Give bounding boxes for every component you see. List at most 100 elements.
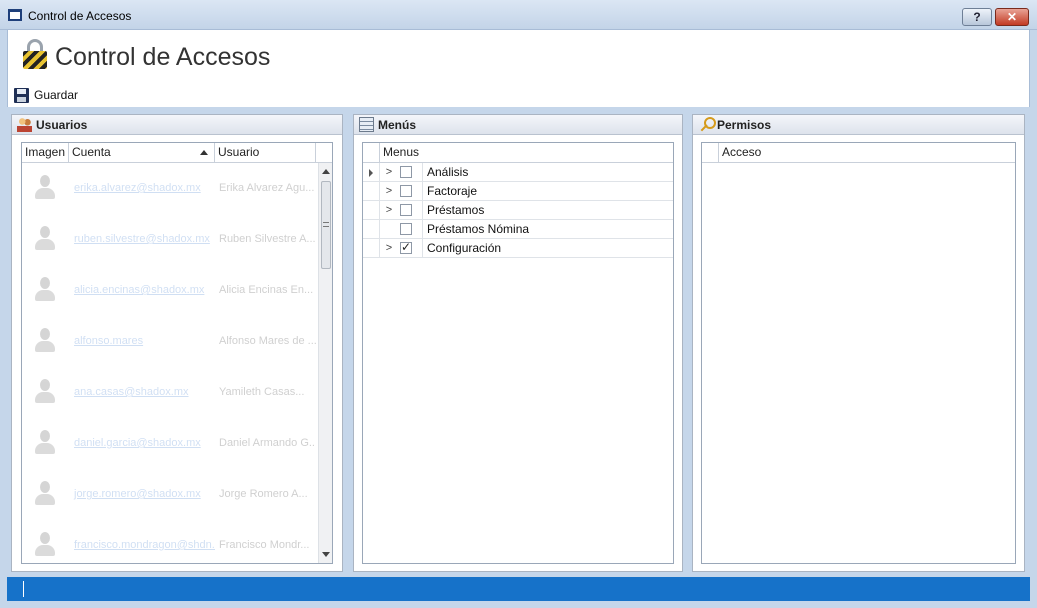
user-avatar-cell bbox=[22, 520, 69, 563]
expand-chevron-icon[interactable]: > bbox=[380, 166, 398, 178]
row-indicator bbox=[363, 200, 380, 220]
user-name-cell: Jorge Romero A... bbox=[219, 488, 308, 500]
user-avatar-cell bbox=[22, 214, 69, 265]
user-name-cell: Yamileth Casas... bbox=[219, 386, 305, 398]
user-name-cell: Alicia Encinas En... bbox=[219, 284, 314, 296]
user-name-cell: Ruben Silvestre A... bbox=[219, 233, 316, 245]
usuarios-vertical-scrollbar[interactable] bbox=[318, 163, 332, 563]
menu-item-label: Configuración bbox=[422, 238, 673, 258]
user-avatar-cell bbox=[22, 469, 69, 520]
usuarios-panel-header: Usuarios bbox=[12, 115, 342, 135]
row-indicator bbox=[363, 162, 380, 182]
user-name-cell: Francisco Mondr... bbox=[219, 539, 310, 551]
window-title: Control de Accesos bbox=[28, 9, 132, 23]
menu-list-icon bbox=[359, 117, 374, 132]
user-avatar-icon bbox=[34, 277, 56, 303]
table-row[interactable]: alfonso.mares Alfonso Mares de ... bbox=[22, 316, 316, 367]
menus-panel-header: Menús bbox=[354, 115, 682, 135]
permisos-panel-header: Permisos bbox=[693, 115, 1024, 135]
user-avatar-icon bbox=[34, 175, 56, 201]
column-header-cuenta[interactable]: Cuenta bbox=[69, 143, 215, 162]
menu-item-label: Préstamos bbox=[422, 200, 673, 220]
permisos-grid-header: Acceso bbox=[702, 143, 1015, 163]
user-avatar-cell bbox=[22, 265, 69, 316]
menu-item-label: Análisis bbox=[422, 162, 673, 182]
table-row[interactable]: jorge.romero@shadox.mx Jorge Romero A... bbox=[22, 469, 316, 520]
close-button[interactable]: ✕ bbox=[995, 8, 1029, 26]
menus-panel: Menús Menus > Análisis > Factoraje > Préstamo… bbox=[353, 114, 683, 572]
user-account-cell[interactable]: francisco.mondragon@shdn... bbox=[69, 520, 215, 563]
table-row[interactable]: daniel.garcia@shadox.mx Daniel Armando G.… bbox=[22, 418, 316, 469]
user-name-cell: Alfonso Mares de ... bbox=[219, 335, 316, 347]
user-account-cell[interactable]: jorge.romero@shadox.mx bbox=[69, 469, 215, 520]
page-header: Control de Accesos Guardar bbox=[7, 30, 1030, 107]
usuarios-panel-title: Usuarios bbox=[36, 117, 88, 132]
user-avatar-icon bbox=[34, 430, 56, 456]
expand-chevron-icon[interactable]: > bbox=[380, 185, 398, 197]
expand-chevron-icon[interactable]: > bbox=[380, 204, 398, 216]
tree-row[interactable]: > Configuración bbox=[363, 238, 673, 258]
app-icon bbox=[8, 9, 22, 21]
permisos-grid[interactable]: Acceso bbox=[701, 142, 1016, 564]
tree-row[interactable]: > Análisis bbox=[363, 162, 673, 182]
save-button[interactable]: Guardar bbox=[14, 85, 78, 105]
user-avatar-icon bbox=[34, 379, 56, 405]
page-title: Control de Accesos bbox=[55, 43, 271, 71]
scroll-up-arrow-icon[interactable] bbox=[322, 169, 330, 174]
user-account-cell[interactable]: alfonso.mares bbox=[69, 316, 215, 367]
column-header-usuario[interactable]: Usuario bbox=[215, 143, 316, 162]
user-account-cell[interactable]: alicia.encinas@shadox.mx bbox=[69, 265, 215, 316]
menu-checkbox[interactable] bbox=[400, 204, 412, 216]
usuarios-grid-header: Imagen Cuenta Usuario bbox=[22, 143, 332, 163]
tree-row[interactable]: > Préstamos bbox=[363, 200, 673, 220]
status-bar bbox=[7, 577, 1030, 601]
user-avatar-cell bbox=[22, 163, 69, 214]
window-titlebar: Control de Accesos ? ✕ bbox=[0, 0, 1037, 30]
users-icon bbox=[17, 117, 32, 132]
scroll-down-arrow-icon[interactable] bbox=[322, 552, 330, 557]
table-row[interactable]: erika.alvarez@shadox.mx Erika Alvarez Agu… bbox=[22, 163, 316, 214]
table-row[interactable]: ruben.silvestre@shadox.mx Ruben Silvestre… bbox=[22, 214, 316, 265]
menu-checkbox[interactable] bbox=[400, 240, 412, 254]
table-row[interactable]: alicia.encinas@shadox.mx Alicia Encinas E… bbox=[22, 265, 316, 316]
user-avatar-icon bbox=[34, 532, 56, 558]
scrollbar-thumb[interactable] bbox=[321, 181, 331, 269]
menu-checkbox[interactable] bbox=[400, 223, 412, 235]
tree-row[interactable]: > Factoraje bbox=[363, 181, 673, 201]
menus-panel-title: Menús bbox=[378, 117, 417, 132]
menu-checkbox[interactable] bbox=[400, 166, 412, 178]
user-account-cell[interactable]: ruben.silvestre@shadox.mx bbox=[69, 214, 215, 265]
user-name-cell: Erika Alvarez Agu... bbox=[219, 182, 315, 194]
table-row[interactable]: francisco.mondragon@shdn... Francisco Mon… bbox=[22, 520, 316, 563]
menu-item-label: Factoraje bbox=[422, 181, 673, 201]
save-button-label: Guardar bbox=[34, 88, 79, 102]
tree-row[interactable]: Préstamos Nómina bbox=[363, 219, 673, 239]
row-indicator bbox=[363, 238, 380, 258]
table-row[interactable]: ana.casas@shadox.mx Yamileth Casas... bbox=[22, 367, 316, 418]
usuarios-panel: Usuarios Imagen Cuenta Usuario erika.alv… bbox=[11, 114, 343, 572]
usuarios-grid[interactable]: Imagen Cuenta Usuario erika.alvarez@shad… bbox=[21, 142, 333, 564]
user-account-cell[interactable]: daniel.garcia@shadox.mx bbox=[69, 418, 215, 469]
user-account-cell[interactable]: erika.alvarez@shadox.mx bbox=[69, 163, 215, 214]
menu-item-label: Préstamos Nómina bbox=[422, 219, 673, 239]
lock-icon bbox=[22, 39, 48, 69]
column-header-cuenta-label: Cuenta bbox=[72, 145, 111, 159]
menus-tree-grid[interactable]: Menus > Análisis > Factoraje > Préstamos Prést… bbox=[362, 142, 674, 564]
column-header-imagen[interactable]: Imagen bbox=[22, 143, 69, 162]
user-avatar-icon bbox=[34, 481, 56, 507]
user-name-cell: Daniel Armando G... bbox=[219, 437, 316, 449]
floppy-disk-icon bbox=[14, 87, 29, 103]
column-header-menus[interactable]: Menus bbox=[380, 143, 673, 162]
user-avatar-cell bbox=[22, 418, 69, 469]
expand-chevron-icon[interactable]: > bbox=[380, 242, 398, 254]
user-avatar-icon bbox=[34, 226, 56, 252]
permisos-panel-title: Permisos bbox=[717, 117, 772, 132]
help-button[interactable]: ? bbox=[962, 8, 992, 26]
permisos-panel: Permisos Acceso bbox=[692, 114, 1025, 572]
menu-checkbox[interactable] bbox=[400, 185, 412, 197]
row-indicator bbox=[363, 181, 380, 201]
row-indicator bbox=[363, 219, 380, 239]
user-account-cell[interactable]: ana.casas@shadox.mx bbox=[69, 367, 215, 418]
column-header-acceso[interactable]: Acceso bbox=[719, 143, 1015, 162]
key-icon bbox=[698, 117, 716, 132]
